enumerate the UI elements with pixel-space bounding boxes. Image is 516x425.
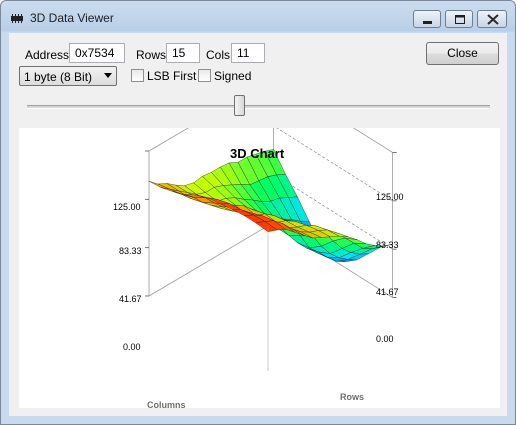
lsb-first-checkbox[interactable] <box>131 69 144 82</box>
right-axis-tick-2: 41.67 <box>376 287 399 297</box>
dialog-client-area: Address 0x7534 Rows 15 Cols 11 1 byte (8… <box>9 33 507 416</box>
window-title: 3D Data Viewer <box>30 11 114 25</box>
app-window: 3D Data Viewer Address 0x7534 Rows 15 Co… <box>0 0 516 425</box>
data-type-select[interactable]: 1 byte (8 Bit) <box>19 66 117 86</box>
right-axis-tick-0: 125.00 <box>376 192 404 202</box>
window-close-button[interactable] <box>477 10 507 28</box>
address-label: Address <box>25 48 70 62</box>
cols-label: Cols <box>206 48 231 62</box>
left-axis-tick-2: 41.67 <box>119 294 142 304</box>
cols-input[interactable]: 11 <box>231 43 265 63</box>
x-axis-label: Columns <box>147 400 186 408</box>
maximize-icon <box>455 15 465 24</box>
left-axis-tick-1: 83.33 <box>119 246 142 256</box>
minimize-icon <box>423 21 432 24</box>
right-axis-tick-1: 83.33 <box>376 240 399 250</box>
chip-icon <box>11 14 23 23</box>
slider-track[interactable] <box>27 105 490 109</box>
chart-panel: 3D Chart 125.00 83.33 41.67 0.00 125.00 … <box>19 77 500 410</box>
rows-label: Rows <box>136 48 167 62</box>
right-axis-tick-3: 0.00 <box>376 334 394 344</box>
close-button[interactable]: Close <box>426 42 499 65</box>
left-axis-tick-0: 125.00 <box>113 202 141 212</box>
maximize-button[interactable] <box>445 10 473 28</box>
close-icon <box>487 14 499 25</box>
minimize-button[interactable] <box>413 10 441 28</box>
chart-frame-back-edge <box>148 222 274 297</box>
slider-thumb[interactable] <box>234 95 246 116</box>
surface-chart: 3D Chart 125.00 83.33 41.67 0.00 125.00 … <box>113 77 404 410</box>
title-bar[interactable]: 3D Data Viewer <box>1 1 515 33</box>
signed-label: Signed <box>214 69 252 83</box>
chart-title: 3D Chart <box>230 146 285 161</box>
lsb-first-label: LSB First <box>147 69 197 83</box>
address-input[interactable]: 0x7534 <box>69 43 125 63</box>
signed-checkbox[interactable] <box>198 69 211 82</box>
chart-frame-back-edge <box>273 77 393 153</box>
rows-input[interactable]: 15 <box>166 43 200 63</box>
y-axis-label: Rows <box>340 392 364 402</box>
left-axis-tick-3: 0.00 <box>123 342 141 352</box>
data-type-value: 1 byte (8 Bit) <box>24 70 93 84</box>
dropdown-arrow-icon <box>104 73 112 78</box>
